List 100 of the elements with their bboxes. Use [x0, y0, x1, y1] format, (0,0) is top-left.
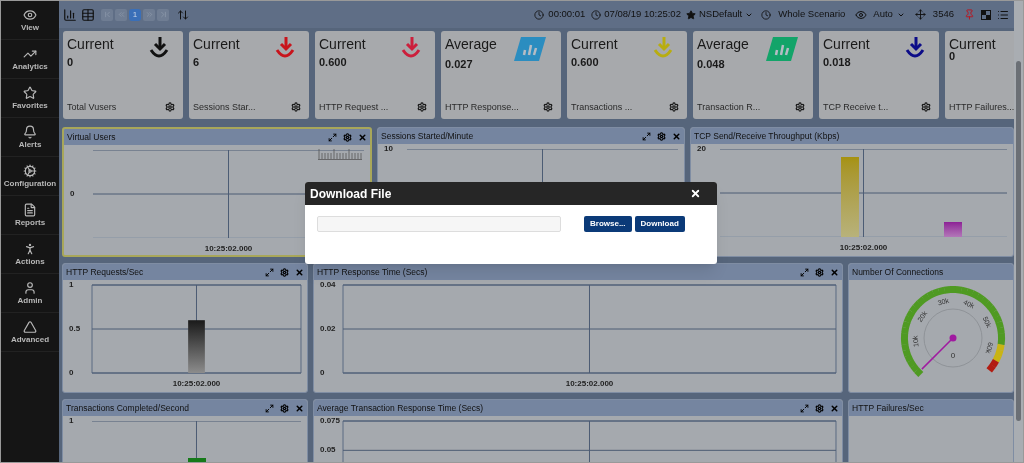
sidebar-item[interactable]: Reports	[1, 196, 59, 235]
sidebar-item[interactable]: Alerts	[1, 118, 59, 157]
stat-card[interactable]: Current 6 Sessions Star...	[189, 31, 309, 119]
panel-title: HTTP Response Time (Secs)	[317, 265, 429, 279]
crosshair-icon	[914, 9, 926, 20]
list-icon[interactable]	[997, 8, 1009, 21]
settings-icon[interactable]	[291, 102, 301, 113]
stat-label: HTTP Response...	[445, 100, 519, 114]
double-chevron-right-icon	[144, 10, 154, 19]
close-icon[interactable]	[690, 188, 701, 199]
x-axis-label: 10:25:02.000	[839, 242, 888, 254]
stat-type: Current	[949, 35, 996, 52]
bell-icon	[23, 125, 37, 139]
elapsed-time: 00:00:01	[548, 7, 586, 22]
sidebar-item[interactable]: Admin	[1, 274, 59, 313]
stat-type: Current	[319, 35, 366, 54]
stat-label: HTTP Request ...	[319, 100, 389, 114]
settings-icon[interactable]	[669, 102, 679, 113]
sidebar-item[interactable]: Favorites	[1, 79, 59, 118]
y-axis-label: 0.05	[320, 446, 336, 455]
document-icon	[23, 203, 37, 217]
dialog-title: Download File	[310, 185, 393, 203]
stat-card[interactable]: Current 0 HTTP Failures...	[945, 31, 1014, 119]
expand-icon[interactable]	[800, 267, 809, 277]
browse-button[interactable]: Browse...	[584, 216, 632, 232]
stat-card[interactable]: Current 0.600 Transactions ...	[567, 31, 687, 119]
y-axis-label: 20	[697, 145, 706, 153]
bar	[187, 458, 206, 462]
settings-icon[interactable]	[657, 131, 666, 141]
file-path-field[interactable]	[317, 216, 561, 232]
triangle-icon	[23, 320, 37, 334]
settings-icon[interactable]	[417, 102, 427, 113]
sidebar-item[interactable]: Advanced	[1, 313, 59, 352]
stat-label: Sessions Star...	[193, 100, 256, 114]
settings-icon[interactable]	[815, 267, 824, 277]
stat-value: 6	[193, 56, 200, 68]
y-axis-label: 0	[70, 190, 75, 198]
stat-label: Transactions ...	[571, 100, 633, 114]
clock-icon	[534, 9, 545, 20]
y-axis-label: 0.5	[69, 325, 81, 333]
scrollbar[interactable]	[1014, 1, 1023, 462]
last-page-icon	[158, 10, 168, 19]
gauge-reading: 0	[950, 351, 956, 360]
layout-icon[interactable]	[981, 9, 991, 20]
settings-icon[interactable]	[815, 403, 824, 413]
stat-value: 0	[67, 56, 74, 68]
page-button[interactable]: 1	[129, 8, 141, 21]
stat-value: 0.600	[319, 56, 347, 68]
y-axis-label: 1	[69, 417, 74, 425]
time-range[interactable]: Whole Scenario	[778, 7, 846, 22]
stat-type: Current	[193, 35, 240, 54]
clock-icon	[761, 9, 772, 20]
stat-type: Average	[697, 35, 749, 54]
expand-icon[interactable]	[328, 132, 337, 142]
eye-icon	[855, 8, 868, 21]
settings-icon[interactable]	[795, 102, 805, 113]
bar-chart-icon[interactable]	[63, 7, 77, 22]
profile-dropdown[interactable]: NSDefault	[698, 7, 754, 22]
stat-type: Average	[445, 35, 497, 54]
bar	[188, 320, 205, 373]
settings-icon[interactable]	[280, 267, 289, 277]
stat-card[interactable]: Current 0 Total Vusers	[63, 31, 183, 119]
settings-icon[interactable]	[165, 102, 175, 113]
x-axis-label: 10:25:02.000	[204, 243, 253, 255]
download-button[interactable]: Download	[634, 216, 685, 232]
eye-icon	[23, 8, 37, 22]
settings-icon[interactable]	[543, 102, 553, 113]
x-axis-label: 10:25:02.000	[565, 378, 614, 390]
stat-card[interactable]: Average 0.027 HTTP Response...	[441, 31, 561, 119]
panel-title: TCP Send/Receive Throughput (Kbps)	[694, 129, 841, 143]
y-axis-label: 1	[69, 281, 74, 289]
panel-title: Number Of Connections	[852, 265, 945, 279]
stat-type: Current	[67, 35, 114, 54]
stat-card[interactable]: Current 0.600 HTTP Request ...	[315, 31, 435, 119]
stat-card[interactable]: Current 0.018 TCP Receive t...	[819, 31, 939, 119]
settings-icon[interactable]	[280, 403, 289, 413]
expand-icon[interactable]	[265, 267, 274, 277]
y-axis-label: 10	[384, 145, 393, 153]
bar	[943, 222, 962, 237]
sidebar-item[interactable]: Configuration	[1, 157, 59, 196]
y-axis-label: 0.075	[320, 417, 341, 425]
stat-label: Total Vusers	[67, 100, 117, 114]
settings-icon[interactable]	[921, 102, 931, 113]
panel-title: Sessions Started/Minute	[381, 129, 475, 143]
panel-title: HTTP Requests/Sec	[66, 265, 145, 279]
x-axis-label: 10:25:02.000	[172, 378, 221, 390]
settings-icon[interactable]	[343, 132, 352, 142]
expand-icon[interactable]	[800, 403, 809, 413]
sidebar-item[interactable]: Analytics	[1, 40, 59, 79]
user-icon	[23, 281, 37, 295]
sidebar-item[interactable]: Actions	[1, 235, 59, 274]
stat-card[interactable]: Average 0.048 Transaction R...	[693, 31, 813, 119]
expand-icon[interactable]	[265, 403, 274, 413]
panel-title: HTTP Failures/Sec	[852, 401, 925, 415]
stat-value: 0.027	[445, 58, 473, 70]
expand-icon[interactable]	[642, 131, 651, 141]
table-icon[interactable]	[81, 7, 95, 22]
stat-value: 0.600	[571, 56, 599, 68]
refresh-dropdown[interactable]: Auto	[873, 7, 905, 22]
sort-icon[interactable]	[177, 8, 189, 21]
